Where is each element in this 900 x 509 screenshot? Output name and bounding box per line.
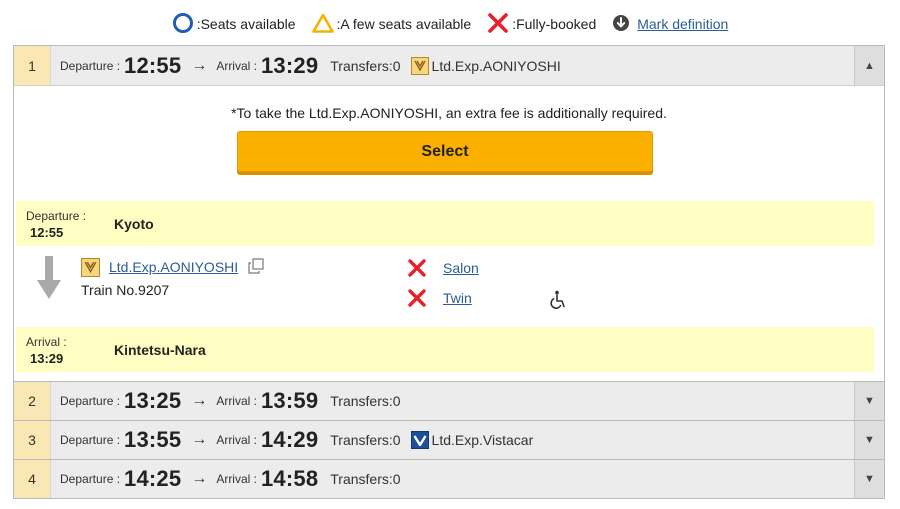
triangle-down-icon: ▼ (864, 434, 875, 446)
right-arrow-icon: → (191, 56, 208, 74)
extra-fee-note: *To take the Ltd.Exp.AONIYOSHI, an extra… (231, 105, 667, 121)
train-link[interactable]: Ltd.Exp.AONIYOSHI (109, 259, 238, 275)
transfers-count: Transfers:0 (330, 432, 401, 448)
wheelchair-icon (548, 290, 568, 313)
cross-icon (407, 288, 427, 308)
departure-label: Departure : (60, 58, 121, 73)
seat-class-salon: Salon (407, 258, 479, 278)
result-number: 2 (14, 382, 51, 420)
legend-full-label: :Fully-booked (512, 16, 597, 32)
arrival-station: Kintetsu-Nara (114, 342, 206, 358)
arrival-label: Arrival : (216, 394, 257, 408)
result-detail: *To take the Ltd.Exp.AONIYOSHI, an extra… (14, 85, 884, 381)
arrival-label: Arrival : (216, 472, 257, 486)
triangle-icon (311, 13, 334, 36)
triangle-up-icon: ▲ (864, 59, 875, 72)
result-row-2[interactable]: 2 Departure : 13:25 → Arrival : 13:59 Tr… (14, 381, 884, 420)
arrival-label: Arrival : (26, 335, 67, 349)
aoniyoshi-icon (81, 258, 100, 280)
expand-button[interactable]: ▼ (854, 421, 884, 459)
seat-class-link[interactable]: Twin (443, 290, 472, 306)
departure-label: Departure : (60, 433, 121, 447)
right-arrow-icon: → (191, 392, 208, 409)
train-type: Ltd.Exp.Vistacar (431, 432, 534, 448)
transfers-count: Transfers:0 (330, 393, 401, 409)
result-number: 3 (14, 421, 51, 459)
circle-icon (172, 12, 194, 37)
legend-full: :Fully-booked (487, 12, 596, 37)
departure-label: Departure : (60, 472, 121, 486)
seat-legend: :Seats available :A few seats available … (0, 12, 900, 36)
expand-button[interactable]: ▼ (854, 382, 884, 420)
cross-icon (487, 12, 509, 37)
departure-label: Departure : (60, 394, 121, 408)
departure-station-bar: Departure : 12:55 Kyoto (16, 201, 874, 246)
train-type: Ltd.Exp.AONIYOSHI (431, 57, 561, 74)
aoniyoshi-icon (410, 56, 429, 75)
result-number: 4 (14, 460, 51, 498)
mark-definition-link[interactable]: Mark definition (637, 16, 728, 32)
result-row-3[interactable]: 3 Departure : 13:55 → Arrival : 14:29 Tr… (14, 420, 884, 459)
arrival-time: 13:59 (260, 388, 319, 413)
seat-class-link[interactable]: Salon (443, 260, 479, 276)
right-arrow-icon: → (191, 431, 208, 448)
triangle-down-icon: ▼ (864, 473, 875, 485)
departure-time: 14:25 (124, 466, 182, 491)
arrival-label: Arrival : (216, 433, 257, 447)
result-summary: Departure : 13:55 → Arrival : 14:29 Tran… (51, 421, 854, 459)
arrival-time: 13:29 (30, 351, 64, 366)
cross-icon (407, 258, 427, 278)
result-summary: Departure : 12:55 → Arrival : 13:29 Tran… (51, 46, 854, 85)
info-down-icon (612, 14, 630, 35)
transfers-count: Transfers:0 (330, 57, 401, 74)
result-row-1[interactable]: 1 Departure : 12:55 → Arrival : 13:29 Tr… (14, 46, 884, 85)
arrival-station-bar: Arrival : 13:29 Kintetsu-Nara (16, 327, 874, 372)
departure-time: 13:55 (124, 427, 182, 452)
result-summary: Departure : 14:25 → Arrival : 14:58 Tran… (51, 460, 854, 498)
result-number: 1 (14, 46, 51, 85)
departure-label: Departure : (26, 209, 87, 223)
expand-button[interactable]: ▼ (854, 460, 884, 498)
departure-time: 13:25 (124, 388, 182, 413)
departure-time: 12:55 (30, 225, 64, 240)
result-row-4[interactable]: 4 Departure : 14:25 → Arrival : 14:58 Tr… (14, 459, 884, 498)
seat-class-twin: Twin (407, 288, 472, 308)
train-number: Train No.9207 (81, 282, 170, 298)
departure-station: Kyoto (114, 216, 154, 232)
legend-few-label: :A few seats available (336, 16, 472, 32)
triangle-down-icon: ▼ (864, 395, 875, 407)
arrival-label: Arrival : (216, 58, 257, 73)
legend-mark-definition[interactable]: Mark definition (612, 14, 728, 35)
arrival-time: 14:58 (260, 466, 319, 491)
legend-few: :A few seats available (311, 13, 472, 36)
transfers-count: Transfers:0 (330, 471, 401, 487)
vistacar-icon (410, 431, 429, 449)
arrival-time: 14:29 (260, 427, 319, 452)
collapse-button[interactable]: ▲ (854, 46, 884, 85)
select-button[interactable]: Select (237, 131, 653, 172)
departure-time: 12:55 (124, 52, 182, 78)
legend-available: :Seats available (172, 12, 296, 37)
result-summary: Departure : 13:25 → Arrival : 13:59 Tran… (51, 382, 854, 420)
results-list: 1 Departure : 12:55 → Arrival : 13:29 Tr… (13, 45, 885, 499)
legend-available-label: :Seats available (196, 16, 296, 32)
arrival-time: 13:29 (260, 52, 319, 78)
right-arrow-icon: → (191, 470, 208, 487)
down-arrow-icon (36, 256, 62, 303)
external-window-icon[interactable] (248, 258, 264, 277)
